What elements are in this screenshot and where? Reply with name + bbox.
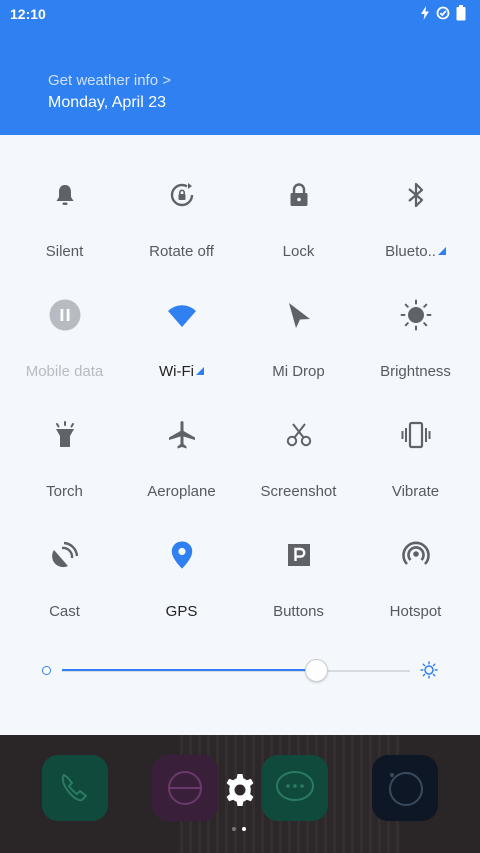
- tile-label: Cast: [49, 603, 80, 620]
- page-dot: [232, 827, 236, 831]
- wifi-icon: [162, 295, 202, 335]
- tile-label: Silent: [45, 243, 84, 260]
- tile-label: Lock: [282, 243, 315, 260]
- weather-info-link[interactable]: Get weather info >: [48, 72, 171, 89]
- clock: 12:10: [10, 6, 46, 22]
- tile-cast[interactable]: Cast: [7, 525, 123, 645]
- bell-icon: [45, 175, 85, 215]
- cast-icon: [45, 535, 85, 575]
- hotspot-icon: [396, 535, 436, 575]
- tile-aeroplane[interactable]: Aeroplane: [124, 405, 240, 525]
- quick-settings-grid: Silent Rotate off Lock Blueto.. Mobile d: [0, 165, 480, 645]
- tile-label: GPS: [165, 603, 198, 620]
- tile-label: Screenshot: [260, 483, 337, 500]
- tile-mobile-data[interactable]: Mobile data: [7, 285, 123, 405]
- page-dot-active: [242, 827, 246, 831]
- tile-screenshot[interactable]: Screenshot: [241, 405, 357, 525]
- tile-brightness[interactable]: Brightness: [358, 285, 474, 405]
- tile-torch[interactable]: Torch: [7, 405, 123, 525]
- tile-label: Blueto..: [385, 243, 446, 260]
- tile-label-text: Wi-Fi: [159, 363, 194, 380]
- slider-fill: [62, 669, 317, 671]
- camera-app-icon[interactable]: [372, 755, 438, 821]
- brightness-max-icon: [420, 661, 438, 679]
- p-box-icon: [279, 535, 319, 575]
- bluetooth-icon: [396, 175, 436, 215]
- brightness-slider[interactable]: [0, 655, 480, 685]
- tile-label: Brightness: [380, 363, 451, 380]
- brightness-min-icon: [42, 666, 51, 675]
- home-screen-background: [0, 735, 480, 853]
- rotate-lock-icon: [162, 175, 202, 215]
- date-text: Monday, April 23: [48, 94, 166, 111]
- sun-icon: [396, 295, 436, 335]
- slider-thumb[interactable]: [304, 659, 328, 682]
- tile-bluetooth[interactable]: Blueto..: [358, 165, 474, 285]
- settings-gear-icon[interactable]: [220, 770, 260, 810]
- tile-lock[interactable]: Lock: [241, 165, 357, 285]
- tile-label: Aeroplane: [147, 483, 216, 500]
- tile-label: Rotate off: [149, 243, 214, 260]
- messaging-app-icon[interactable]: [262, 755, 328, 821]
- padlock-icon: [279, 175, 319, 215]
- tile-label-text: Blueto..: [385, 243, 436, 260]
- menu-corner-icon[interactable]: [437, 247, 446, 255]
- sync-check-icon: [436, 6, 450, 20]
- tile-rotate[interactable]: Rotate off: [124, 165, 240, 285]
- browser-app-icon[interactable]: [152, 755, 218, 821]
- tile-label: Mi Drop: [272, 363, 325, 380]
- tile-hotspot[interactable]: Hotspot: [358, 525, 474, 645]
- tile-label: Torch: [46, 483, 83, 500]
- pause-circle-icon: [45, 295, 85, 335]
- phone-app-icon[interactable]: [42, 755, 108, 821]
- tile-label: Mobile data: [25, 363, 104, 380]
- page-indicator: [232, 827, 246, 831]
- tile-wifi[interactable]: Wi-Fi: [124, 285, 240, 405]
- location-pin-icon: [162, 535, 202, 575]
- charging-icon: [421, 6, 429, 20]
- torch-icon: [45, 415, 85, 455]
- tile-vibrate[interactable]: Vibrate: [358, 405, 474, 525]
- vibrate-icon: [396, 415, 436, 455]
- airplane-icon: [162, 415, 202, 455]
- tile-silent[interactable]: Silent: [7, 165, 123, 285]
- tile-label: Buttons: [273, 603, 324, 620]
- tile-label: Vibrate: [391, 483, 440, 500]
- send-arrow-icon: [279, 295, 319, 335]
- menu-corner-icon[interactable]: [195, 367, 204, 375]
- scissors-icon: [279, 415, 319, 455]
- notification-header: Get weather info > Monday, April 23: [0, 28, 480, 135]
- tile-label: Wi-Fi: [159, 363, 204, 380]
- tile-buttons[interactable]: Buttons: [241, 525, 357, 645]
- status-icons: [420, 5, 466, 21]
- tile-label: Hotspot: [389, 603, 442, 620]
- status-bar: 12:10: [0, 0, 480, 28]
- battery-icon: [456, 5, 466, 21]
- tile-mi-drop[interactable]: Mi Drop: [241, 285, 357, 405]
- quick-settings-panel: Silent Rotate off Lock Blueto.. Mobile d: [0, 135, 480, 735]
- tile-gps[interactable]: GPS: [124, 525, 240, 645]
